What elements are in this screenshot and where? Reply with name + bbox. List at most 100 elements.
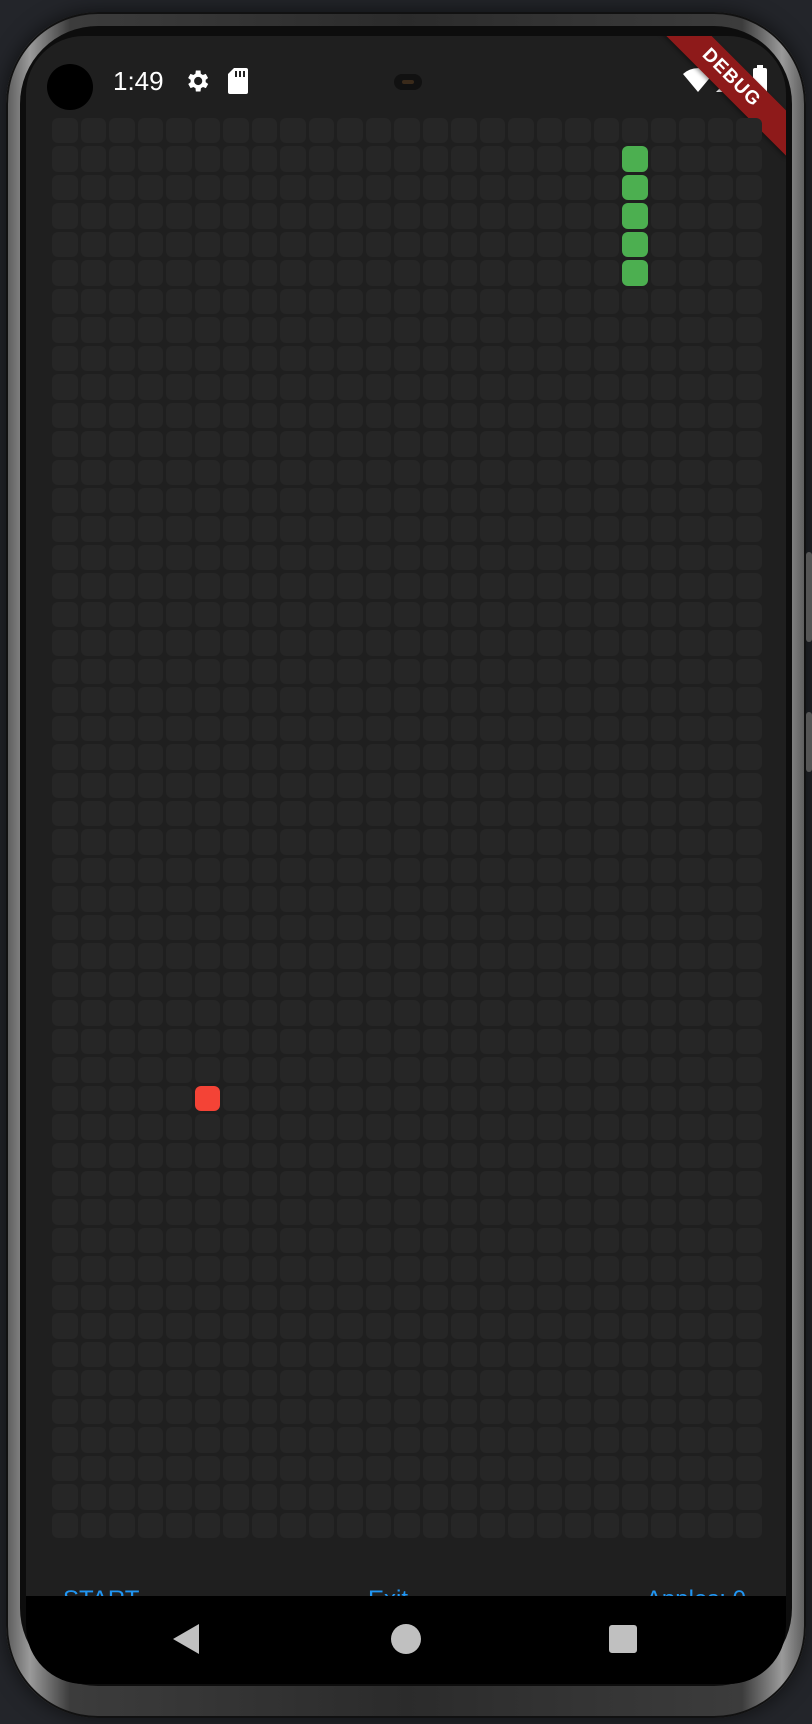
grid-cell [308, 1171, 335, 1197]
grid-cell [280, 260, 306, 286]
grid-cell [536, 601, 563, 628]
grid-cell [280, 1313, 306, 1339]
grid-cell [52, 459, 78, 485]
grid-cell [223, 1142, 249, 1169]
grid-cell [707, 516, 734, 542]
grid-cell [223, 1227, 249, 1254]
grid-cell [80, 1057, 107, 1083]
grid-cell [707, 687, 734, 713]
grid-cell [137, 1057, 164, 1083]
grid-cell [536, 857, 563, 884]
game-board[interactable] [50, 116, 764, 1540]
grid-cell [422, 1427, 449, 1453]
grid-cell [508, 1057, 534, 1083]
grid-cell [137, 1227, 164, 1254]
grid-cell [394, 1171, 420, 1197]
grid-cell [650, 1085, 677, 1112]
grid-cell [679, 1028, 705, 1055]
grid-cell [80, 402, 107, 429]
grid-cell [80, 1256, 107, 1282]
grid-cell [536, 374, 563, 400]
grid-cell [109, 1057, 135, 1083]
grid-cell [479, 174, 506, 201]
grid-cell [593, 971, 620, 998]
grid-cell [422, 829, 449, 855]
grid-cell [394, 1256, 420, 1282]
grid-cell [223, 487, 249, 514]
grid-cell [337, 801, 363, 827]
grid-cell [194, 1427, 221, 1453]
grid-cell [251, 687, 278, 713]
grid-cell [109, 1427, 135, 1453]
grid-cell [679, 487, 705, 514]
grid-cell [451, 544, 477, 571]
grid-cell [565, 658, 591, 685]
grid-cell [52, 601, 78, 628]
grid-cell [707, 374, 734, 400]
grid-cell [365, 1000, 392, 1026]
grid-cell [451, 1171, 477, 1197]
grid-cell [194, 374, 221, 400]
grid-cell [166, 487, 192, 514]
grid-cell [166, 459, 192, 485]
grid-cell [137, 630, 164, 656]
grid-cell [223, 658, 249, 685]
grid-cell [565, 1142, 591, 1169]
grid-cell [280, 146, 306, 172]
grid-cell [451, 146, 477, 172]
grid-cell [337, 1000, 363, 1026]
grid-cell [194, 459, 221, 485]
grid-cell [52, 658, 78, 685]
grid-cell [536, 1114, 563, 1140]
grid-cell [251, 288, 278, 315]
grid-cell [508, 1341, 534, 1368]
grid-cell [736, 374, 762, 400]
grid-cell [451, 573, 477, 599]
grid-cell [52, 1028, 78, 1055]
grid-cell [479, 203, 506, 229]
grid-cell [52, 1227, 78, 1254]
grid-cell [52, 317, 78, 343]
grid-cell [451, 487, 477, 514]
grid-cell [622, 744, 648, 770]
recents-icon[interactable] [609, 1625, 637, 1653]
grid-cell [451, 345, 477, 372]
grid-cell [223, 317, 249, 343]
grid-cell [137, 1256, 164, 1282]
home-icon[interactable] [391, 1624, 421, 1654]
grid-cell [166, 943, 192, 969]
grid-cell [508, 914, 534, 941]
grid-cell [52, 431, 78, 457]
grid-cell [137, 971, 164, 998]
grid-cell [308, 231, 335, 258]
grid-cell [137, 231, 164, 258]
grid-cell [365, 1370, 392, 1396]
grid-cell [565, 1284, 591, 1311]
grid-cell [451, 1199, 477, 1225]
back-icon[interactable] [173, 1624, 199, 1654]
grid-cell [593, 1114, 620, 1140]
grid-cell [223, 118, 249, 144]
status-time: 1:49 [113, 66, 164, 96]
grid-cell [337, 971, 363, 998]
grid-cell [337, 118, 363, 144]
grid-cell [137, 1427, 164, 1453]
grid-cell [166, 601, 192, 628]
grid-cell [251, 1028, 278, 1055]
grid-cell [251, 1256, 278, 1282]
grid-cell [479, 914, 506, 941]
grid-cell [451, 715, 477, 742]
grid-cell [308, 1455, 335, 1482]
grid-cell [736, 1142, 762, 1169]
grid-cell [166, 1512, 192, 1538]
grid-cell [280, 1028, 306, 1055]
grid-cell [308, 1398, 335, 1425]
grid-cell [736, 402, 762, 429]
grid-cell [422, 260, 449, 286]
grid-cell [593, 886, 620, 912]
grid-cell [52, 715, 78, 742]
grid-cell [52, 1199, 78, 1225]
grid-cell [308, 658, 335, 685]
grid-cell [479, 459, 506, 485]
grid-cell [137, 1085, 164, 1112]
